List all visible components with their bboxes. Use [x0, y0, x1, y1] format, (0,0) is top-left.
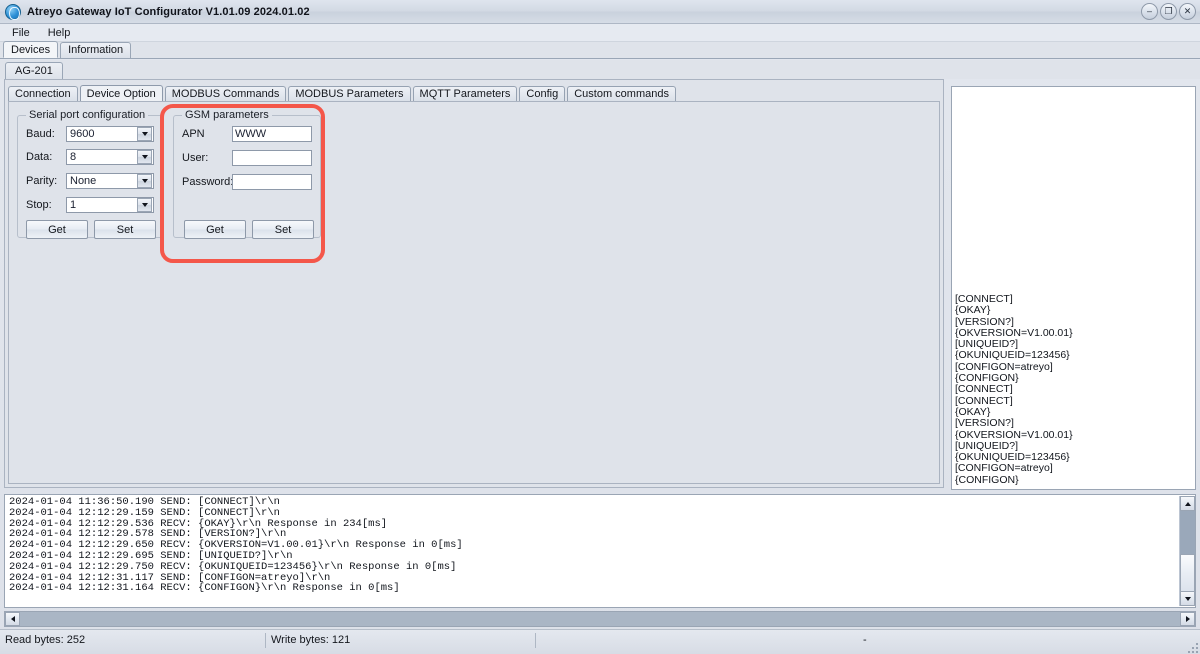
- baud-label: Baud:: [26, 128, 55, 140]
- communication-log-text: 2024-01-04 11:36:50.190 SEND: [CONNECT]\…: [9, 496, 463, 595]
- device-tab-strip: AG-201: [0, 60, 1200, 79]
- communication-log-hscrollbar[interactable]: [4, 611, 1196, 627]
- parity-combo[interactable]: None: [66, 173, 154, 189]
- baud-combo[interactable]: 9600: [66, 126, 154, 142]
- chevron-down-icon[interactable]: [137, 150, 152, 164]
- parity-value: None: [70, 175, 97, 187]
- resize-grip[interactable]: [1185, 640, 1198, 653]
- apn-label: APN: [182, 128, 205, 140]
- device-tab-ag-201[interactable]: AG-201: [5, 62, 63, 79]
- data-value: 8: [70, 151, 77, 163]
- user-label: User:: [182, 152, 209, 164]
- close-button[interactable]: ✕: [1179, 3, 1196, 20]
- restore-button[interactable]: ❐: [1160, 3, 1177, 20]
- serial-group-legend: Serial port configuration: [26, 109, 149, 121]
- menu-item-help[interactable]: Help: [41, 26, 78, 40]
- status-separator-2: [535, 633, 536, 648]
- window-controls: – ❐ ✕: [1141, 3, 1196, 20]
- serial-get-button[interactable]: Get: [26, 220, 88, 239]
- scroll-down-icon[interactable]: [1180, 591, 1195, 606]
- scroll-left-icon[interactable]: [5, 612, 20, 626]
- tab-mqtt-parameters[interactable]: MQTT Parameters: [412, 86, 518, 102]
- chevron-down-icon[interactable]: [137, 198, 152, 212]
- scroll-right-icon[interactable]: [1180, 612, 1195, 626]
- baud-value: 9600: [70, 128, 95, 140]
- minimize-button[interactable]: –: [1141, 3, 1158, 20]
- tab-modbus-parameters[interactable]: MODBUS Parameters: [288, 86, 411, 102]
- device-settings-panel: Connection Device Option MODBUS Commands…: [4, 79, 944, 488]
- device-response-log[interactable]: [CONNECT] {OKAY} [VERSION?] {OKVERSION=V…: [951, 86, 1196, 490]
- apn-input[interactable]: WWW: [232, 126, 312, 142]
- tab-modbus-commands[interactable]: MODBUS Commands: [164, 86, 287, 102]
- password-label: Password:: [182, 176, 234, 188]
- password-input[interactable]: [232, 174, 312, 190]
- stop-label: Stop:: [26, 199, 52, 211]
- scroll-up-icon[interactable]: [1180, 496, 1195, 511]
- communication-log-vscrollbar[interactable]: [1179, 496, 1195, 606]
- gsm-parameters-group: GSM parameters APN WWW User: Password: G…: [173, 109, 321, 239]
- inner-tab-strip: Connection Device Option MODBUS Commands…: [8, 85, 678, 102]
- serial-port-configuration-group: Serial port configuration Baud: 9600 Dat…: [17, 109, 163, 239]
- gsm-get-button[interactable]: Get: [184, 220, 246, 239]
- tab-connection[interactable]: Connection: [8, 86, 78, 102]
- tab-devices[interactable]: Devices: [3, 41, 59, 58]
- stop-row: Stop:: [26, 199, 52, 211]
- tab-custom-commands[interactable]: Custom commands: [567, 86, 676, 102]
- vscroll-track[interactable]: [1180, 511, 1195, 554]
- title-bar: Atreyo Gateway IoT Configurator V1.01.09…: [0, 0, 1200, 24]
- apn-row: APN: [182, 128, 205, 140]
- tab-device-option[interactable]: Device Option: [79, 85, 163, 102]
- gsm-set-button[interactable]: Set: [252, 220, 314, 239]
- stop-combo[interactable]: 1: [66, 197, 154, 213]
- data-label: Data:: [26, 151, 53, 163]
- stop-value: 1: [70, 199, 77, 211]
- globe-icon: [5, 3, 21, 20]
- user-input[interactable]: [232, 150, 312, 166]
- communication-log[interactable]: 2024-01-04 11:36:50.190 SEND: [CONNECT]\…: [4, 494, 1196, 608]
- status-extra: -: [863, 634, 867, 646]
- status-read-bytes: Read bytes: 252: [5, 634, 86, 646]
- outer-tab-strip: Devices Information: [0, 41, 1200, 59]
- user-row: User:: [182, 152, 208, 164]
- menu-bar: File Help: [0, 24, 1200, 42]
- password-row: Password:: [182, 176, 233, 188]
- window-title: Atreyo Gateway IoT Configurator V1.01.09…: [27, 5, 310, 18]
- parity-row: Parity:: [26, 175, 57, 187]
- device-response-log-text: [CONNECT] {OKAY} [VERSION?] {OKVERSION=V…: [955, 292, 1073, 486]
- status-separator-1: [265, 633, 266, 648]
- status-write-bytes: Write bytes: 121: [271, 634, 351, 646]
- tab-information[interactable]: Information: [60, 42, 132, 58]
- application-window: Atreyo Gateway IoT Configurator V1.01.09…: [0, 0, 1200, 654]
- vscroll-thumb[interactable]: [1180, 554, 1195, 594]
- status-bar: Read bytes: 252 Write bytes: 121 -: [0, 629, 1200, 654]
- serial-set-button[interactable]: Set: [94, 220, 156, 239]
- data-combo[interactable]: 8: [66, 149, 154, 165]
- gsm-group-legend: GSM parameters: [182, 109, 272, 121]
- data-row: Data:: [26, 151, 52, 163]
- chevron-down-icon[interactable]: [137, 127, 152, 141]
- tab-config[interactable]: Config: [519, 86, 566, 102]
- baud-row: Baud:: [26, 128, 55, 140]
- parity-label: Parity:: [26, 175, 58, 187]
- device-option-page: Serial port configuration Baud: 9600 Dat…: [8, 101, 940, 484]
- menu-item-file[interactable]: File: [5, 26, 37, 40]
- chevron-down-icon[interactable]: [137, 174, 152, 188]
